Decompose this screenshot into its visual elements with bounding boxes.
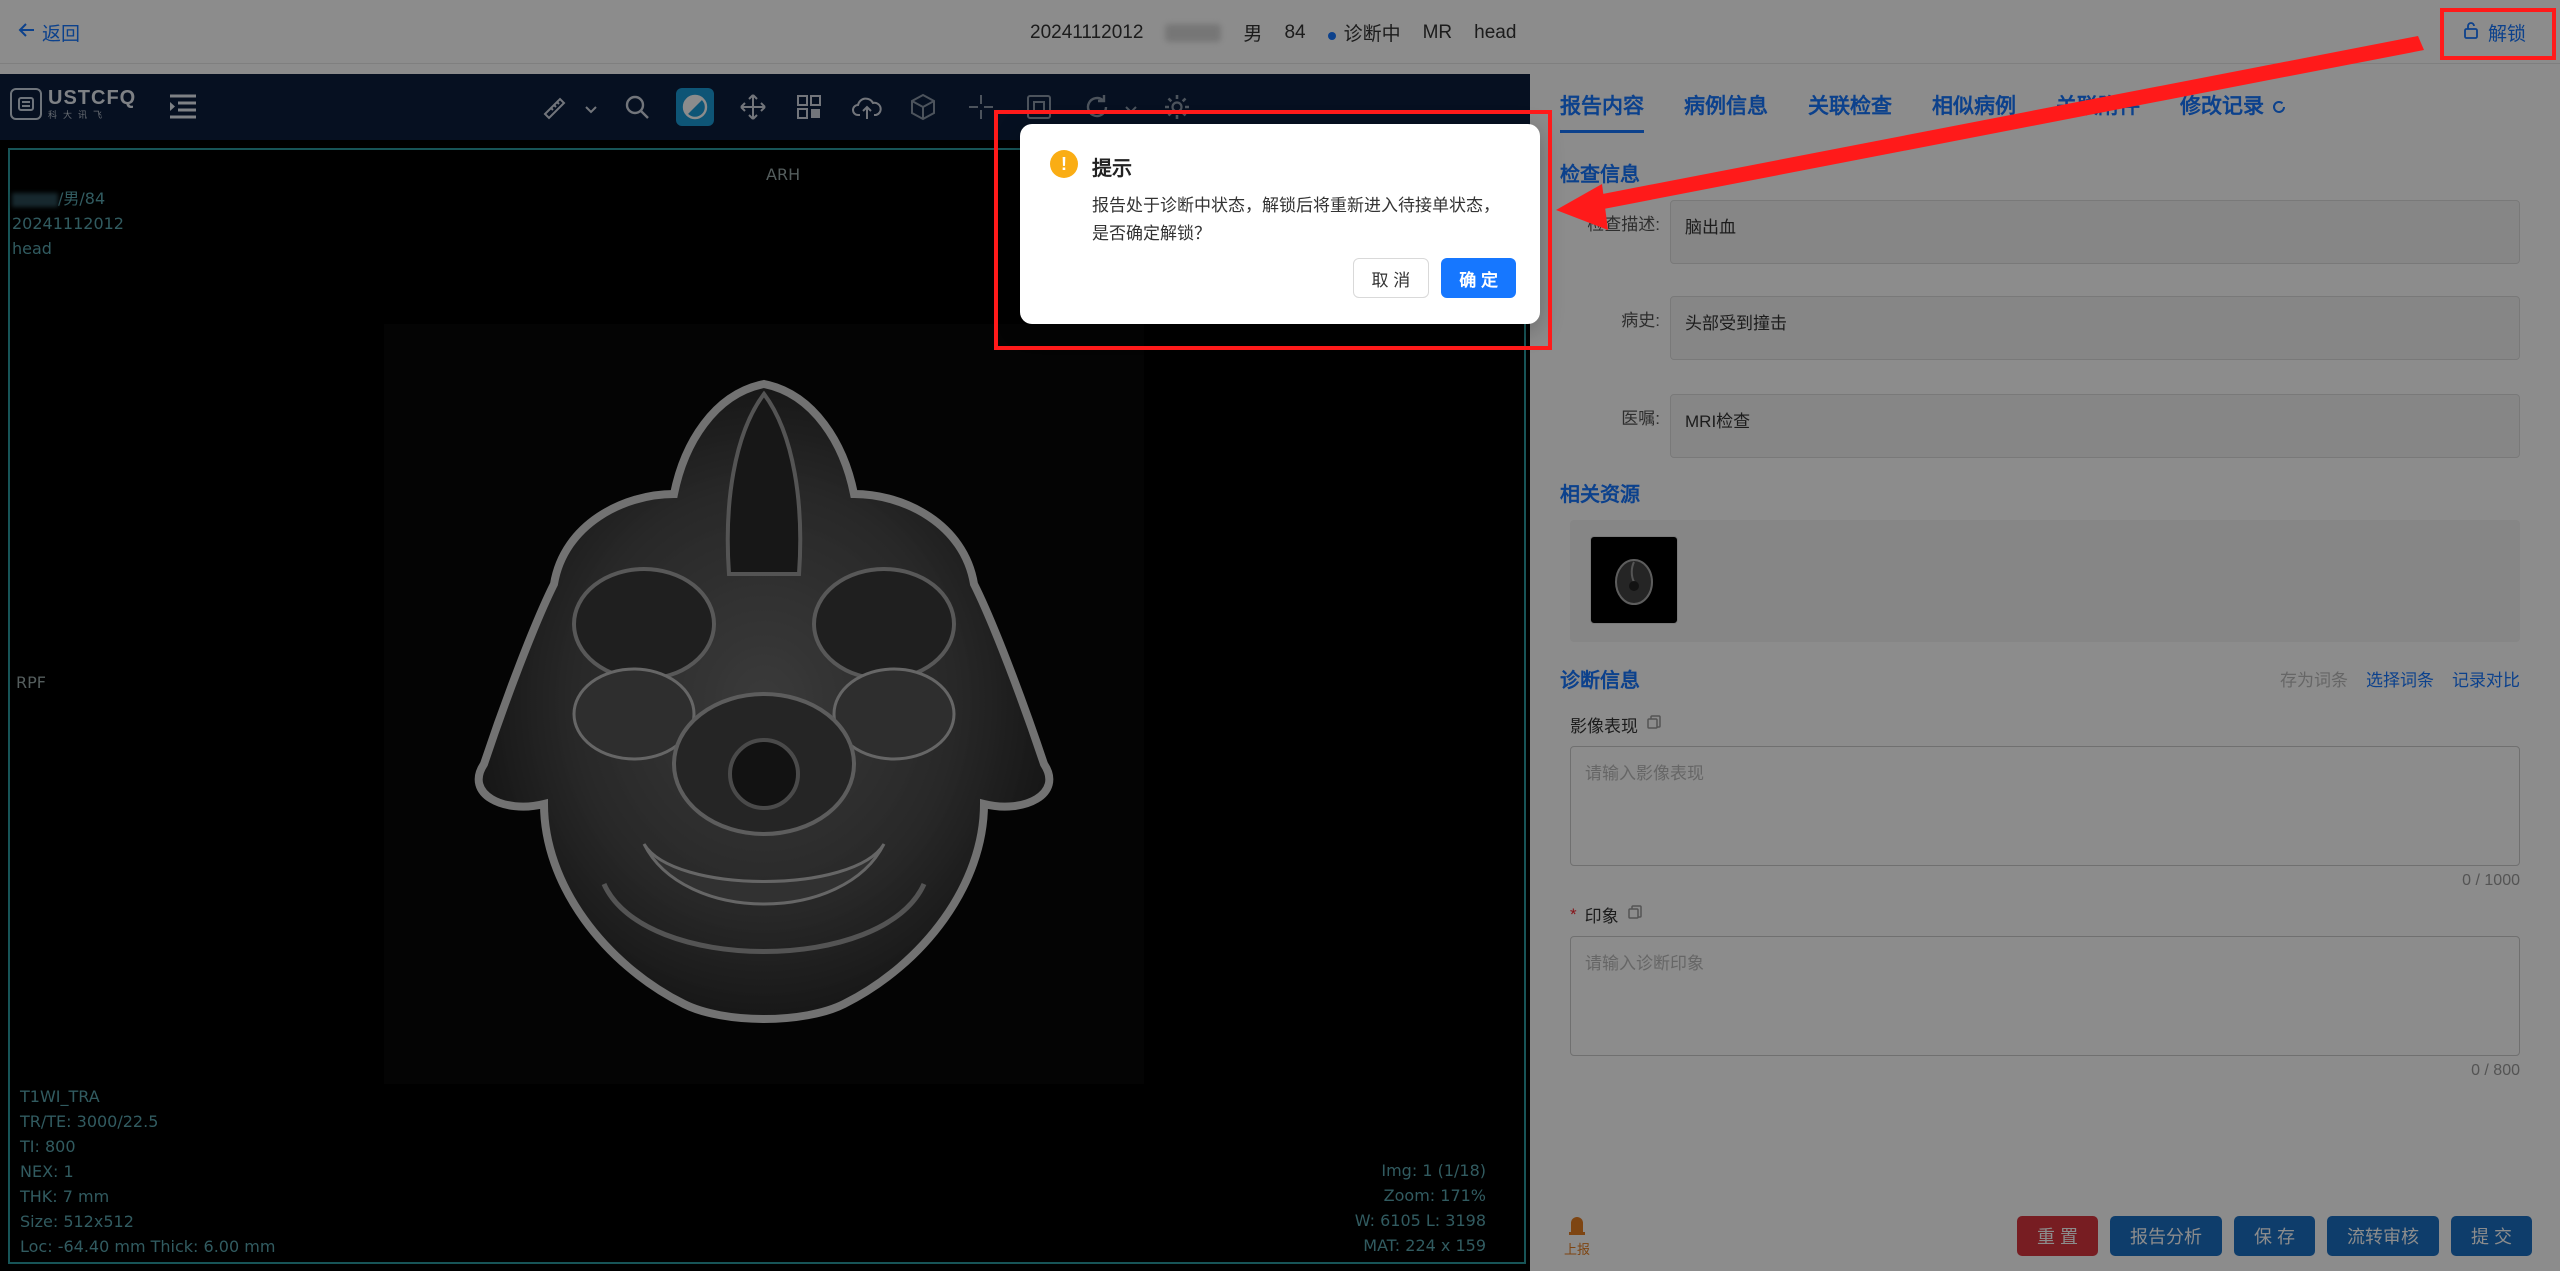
annotation-arrow-icon <box>1556 36 2424 230</box>
